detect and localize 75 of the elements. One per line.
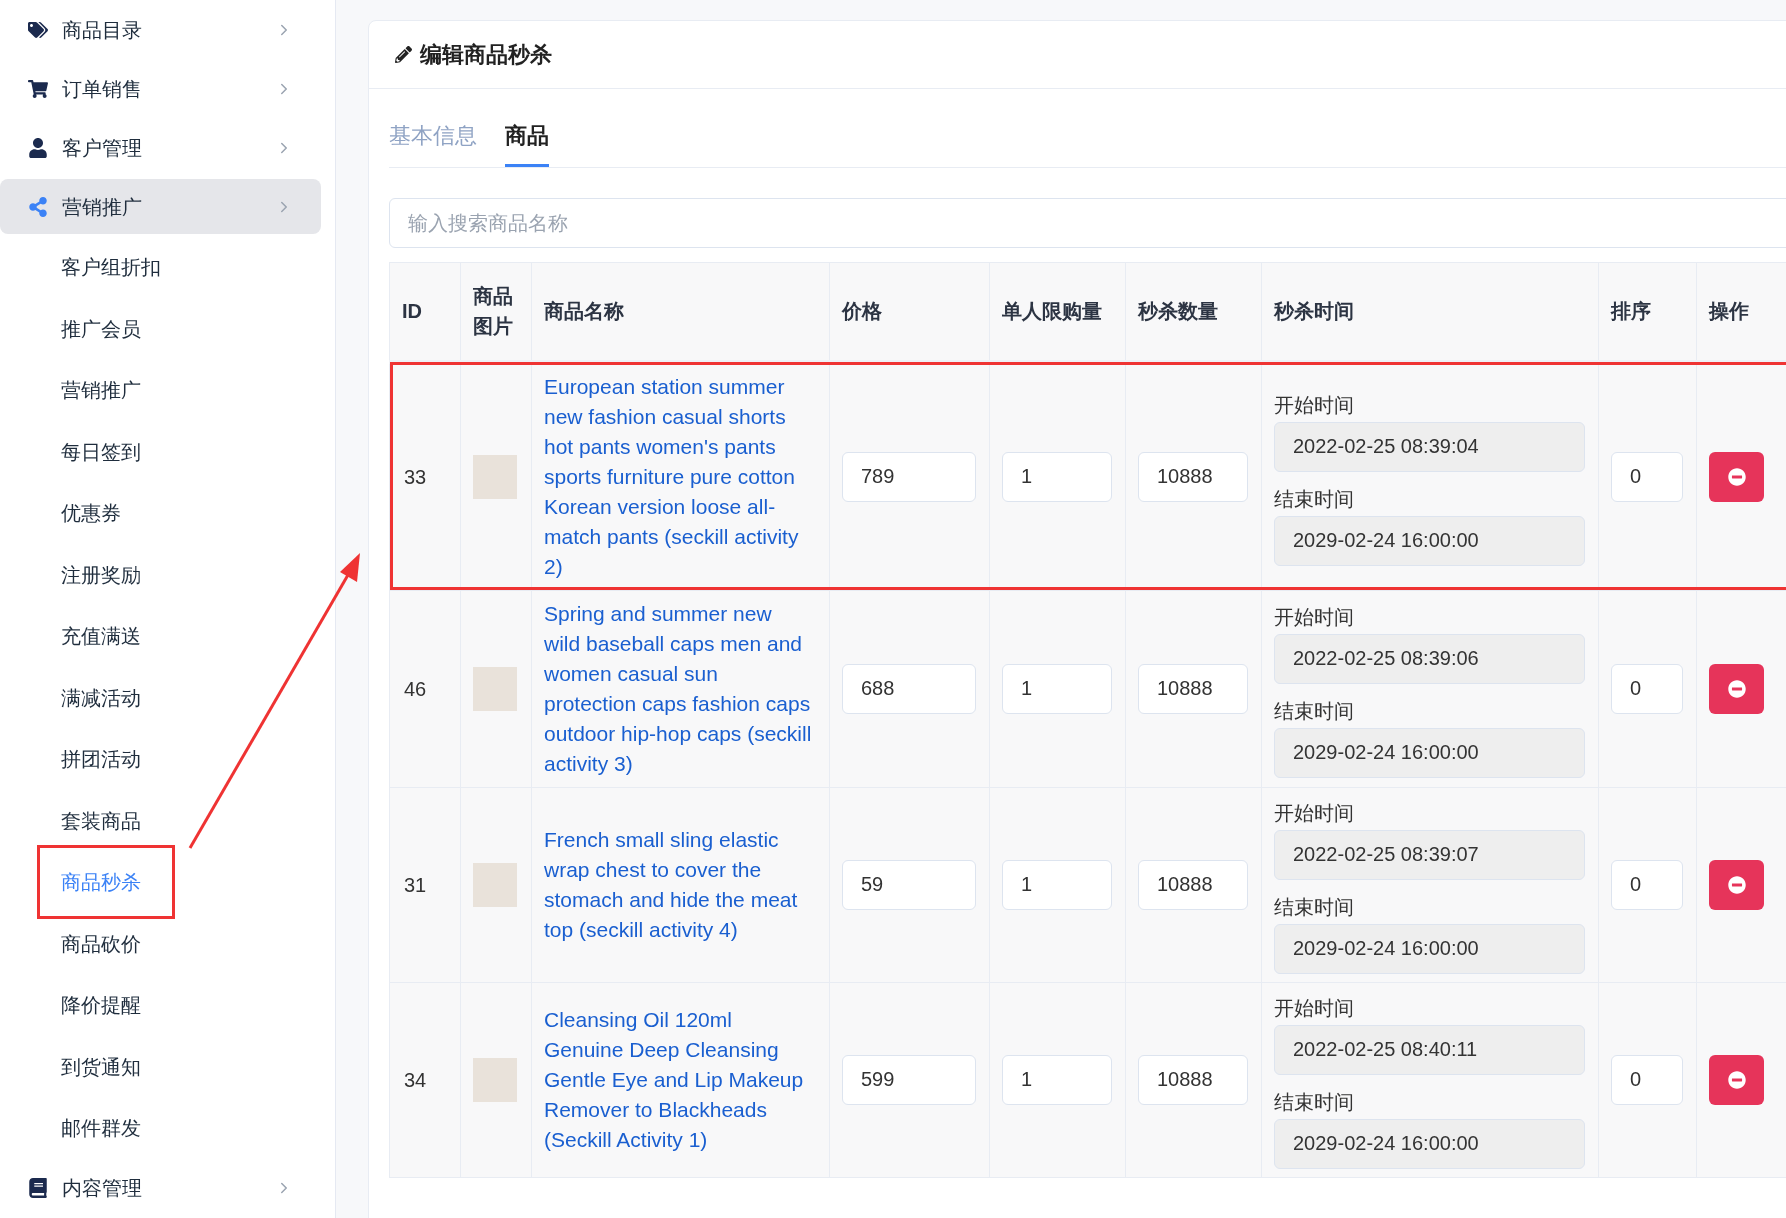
column-header: ID xyxy=(402,299,423,325)
field-label: 结束时间 xyxy=(1274,894,1355,920)
card-title: 编辑商品秒杀 xyxy=(420,41,552,69)
price-input[interactable]: 59 xyxy=(842,859,976,910)
delete-button[interactable] xyxy=(1709,663,1764,714)
start-time-field[interactable]: 2022-02-25 08:39:06 xyxy=(1274,633,1585,684)
field-label: 开始时间 xyxy=(1274,800,1355,826)
photo-placeholder xyxy=(473,454,517,499)
photo-placeholder xyxy=(473,862,517,907)
column-header: 排序 xyxy=(1611,299,1652,325)
tag-icon xyxy=(28,19,48,40)
search-field[interactable]: 输入搜索商品名称 xyxy=(389,198,1786,248)
id-text: 33 xyxy=(404,465,427,488)
menu-item[interactable]: 商品目录 xyxy=(0,2,321,58)
minus-icon xyxy=(1727,679,1746,698)
product-name-link[interactable]: Spring and summer new wild baseball caps men and women casual sun protection caps fashion caps outdoor hip-hop caps (seckill activity 3) xyxy=(544,598,812,779)
photo-placeholder xyxy=(473,1057,517,1102)
field-label: 开始时间 xyxy=(1274,392,1355,418)
end-time-field[interactable]: 2029-02-24 16:00:00 xyxy=(1274,515,1585,566)
start-time-field[interactable]: 2022-02-25 08:39:07 xyxy=(1274,829,1585,880)
id-text: 34 xyxy=(404,1068,427,1091)
column-header: 价格 xyxy=(842,299,883,325)
quantity-input[interactable]: 10888 xyxy=(1138,859,1248,910)
quantity-input[interactable]: 10888 xyxy=(1138,663,1248,714)
limit-input[interactable]: 1 xyxy=(1002,1054,1112,1105)
column-header: 秒杀时间 xyxy=(1274,299,1355,325)
minus-icon xyxy=(1727,1070,1746,1089)
end-time-field[interactable]: 2029-02-24 16:00:00 xyxy=(1274,727,1585,778)
field-label: 结束时间 xyxy=(1274,486,1355,512)
menu-item[interactable]: 内容管理 xyxy=(0,1160,321,1216)
delete-button[interactable] xyxy=(1709,859,1764,910)
minus-icon xyxy=(1727,875,1746,894)
tab[interactable]: 商品 xyxy=(505,109,549,167)
pencil-icon xyxy=(395,46,412,63)
start-time-field[interactable]: 2022-02-25 08:39:04 xyxy=(1274,421,1585,472)
field-label: 开始时间 xyxy=(1274,995,1355,1021)
book-icon xyxy=(28,1178,48,1199)
column-header: 操作 xyxy=(1709,299,1750,325)
quantity-input[interactable]: 10888 xyxy=(1138,451,1248,502)
end-time-field[interactable]: 2029-02-24 16:00:00 xyxy=(1274,1118,1585,1169)
field-label: 结束时间 xyxy=(1274,1089,1355,1115)
price-input[interactable]: 599 xyxy=(842,1054,976,1105)
product-name-link[interactable]: French small sling elastic wrap chest to cover the stomach and hide the meat top (seckill activity 4) xyxy=(544,824,812,945)
minus-icon xyxy=(1727,467,1746,486)
sort-input[interactable]: 0 xyxy=(1611,663,1683,714)
sort-input[interactable]: 0 xyxy=(1611,451,1683,502)
id-text: 31 xyxy=(404,873,427,896)
menu-item[interactable]: 订单销售 xyxy=(0,61,321,117)
share-icon xyxy=(28,196,48,217)
product-name-link[interactable]: European station summer new fashion casual shorts hot pants women's pants sports furniture pure cotton Korean version loose all-match pants (seckill activity 2) xyxy=(544,371,812,582)
start-time-field[interactable]: 2022-02-25 08:40:11 xyxy=(1274,1024,1585,1075)
photo-placeholder xyxy=(473,666,517,711)
limit-input[interactable]: 1 xyxy=(1002,663,1112,714)
cart-icon xyxy=(28,78,48,99)
column-header: 单人限购量 xyxy=(1002,299,1103,325)
limit-input[interactable]: 1 xyxy=(1002,859,1112,910)
quantity-input[interactable]: 10888 xyxy=(1138,1054,1248,1105)
price-input[interactable]: 688 xyxy=(842,663,976,714)
column-header: 商品图片 xyxy=(473,284,514,340)
delete-button[interactable] xyxy=(1709,1054,1764,1105)
menu-item[interactable]: 客户管理 xyxy=(0,120,321,176)
id-text: 46 xyxy=(404,677,427,700)
field-label: 结束时间 xyxy=(1274,698,1355,724)
end-time-field[interactable]: 2029-02-24 16:00:00 xyxy=(1274,923,1585,974)
sort-input[interactable]: 0 xyxy=(1611,859,1683,910)
product-name-link[interactable]: Cleansing Oil 120ml Genuine Deep Cleansing Gentle Eye and Lip Makeup Remover to Blackheads (Seckill Activity 1) xyxy=(544,1004,812,1155)
user-icon xyxy=(28,137,48,158)
column-header: 商品名称 xyxy=(544,299,625,325)
column-header: 秒杀数量 xyxy=(1138,299,1219,325)
price-input[interactable]: 789 xyxy=(842,451,976,502)
menu-item[interactable]: 营销推广 xyxy=(0,179,321,235)
field-label: 开始时间 xyxy=(1274,604,1355,630)
delete-button[interactable] xyxy=(1709,451,1764,502)
limit-input[interactable]: 1 xyxy=(1002,451,1112,502)
sort-input[interactable]: 0 xyxy=(1611,1054,1683,1105)
